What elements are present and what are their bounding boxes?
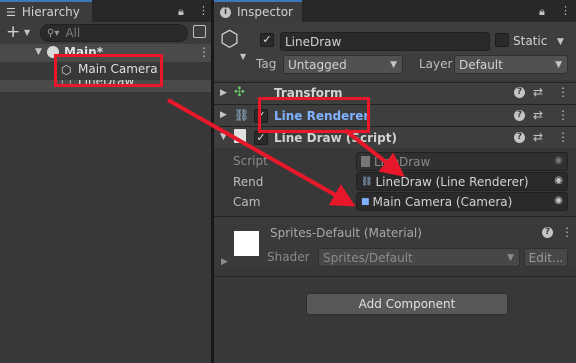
annotation-arrows (167, 98, 405, 207)
annotation-arrow-renderer-to-rend-field (343, 128, 405, 177)
annotation-arrow-camera-to-cam-field (167, 98, 356, 207)
